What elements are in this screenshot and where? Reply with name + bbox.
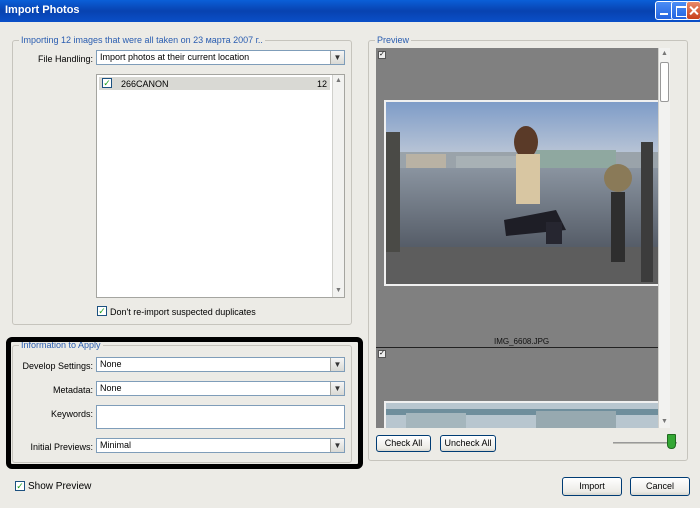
import-button[interactable]: Import (562, 477, 622, 496)
folder-list[interactable]: ✓ 266CANON 12 ▲ ▼ (96, 74, 345, 298)
scroll-thumb[interactable] (660, 62, 669, 102)
thumb-checkbox[interactable]: ✓ (378, 51, 386, 59)
file-handling-select[interactable]: Import photos at their current location … (96, 50, 345, 65)
preview-photo[interactable] (384, 401, 662, 428)
scroll-up-icon[interactable]: ▲ (333, 75, 344, 87)
folder-list-scrollbar[interactable]: ▲ ▼ (332, 75, 344, 297)
slider-thumb[interactable] (667, 434, 676, 449)
folder-row[interactable]: ✓ 266CANON 12 (99, 77, 330, 90)
scroll-down-icon[interactable]: ▼ (333, 285, 344, 297)
thumb-checkbox[interactable]: ✓ (378, 350, 386, 358)
title-bar: Import Photos (0, 0, 700, 22)
close-icon[interactable] (686, 1, 700, 20)
scroll-down-icon[interactable]: ▼ (659, 416, 670, 428)
show-preview-label: Show Preview (28, 481, 92, 492)
folder-name: 266CANON (121, 79, 169, 89)
import-group-legend: Importing 12 images that were all taken … (19, 35, 265, 45)
check-all-button[interactable]: Check All (376, 435, 431, 452)
dont-reimport-label: Don't re-import suspected duplicates (110, 307, 256, 317)
import-photos-dialog: Import Photos Importing 12 images that w… (0, 0, 700, 508)
preview-photo[interactable] (384, 100, 662, 286)
file-handling-label: File Handling: (37, 54, 93, 64)
preview-grid[interactable]: ✓ IMG_6608.JPG ✓ ▲ ▼ (376, 48, 670, 428)
preview-scrollbar[interactable]: ▲ ▼ (658, 48, 670, 428)
chevron-down-icon: ▼ (330, 51, 344, 64)
highlight-annotation (6, 337, 363, 469)
preview-divider (376, 347, 658, 348)
uncheck-all-button[interactable]: Uncheck All (440, 435, 496, 452)
folder-count: 12 (316, 79, 327, 89)
file-handling-value: Import photos at their current location (100, 52, 250, 62)
preview-group-legend: Preview (375, 35, 412, 45)
photo-image (386, 102, 660, 284)
scroll-up-icon[interactable]: ▲ (659, 48, 670, 60)
folder-checkbox[interactable]: ✓ (102, 78, 112, 88)
preview-filename: IMG_6608.JPG (494, 337, 550, 346)
photo-image (386, 403, 660, 428)
cancel-button[interactable]: Cancel (630, 477, 690, 496)
window-title: Import Photos (5, 4, 80, 16)
dont-reimport-checkbox[interactable]: ✓ (97, 306, 107, 316)
show-preview-checkbox[interactable]: ✓ (15, 481, 25, 491)
